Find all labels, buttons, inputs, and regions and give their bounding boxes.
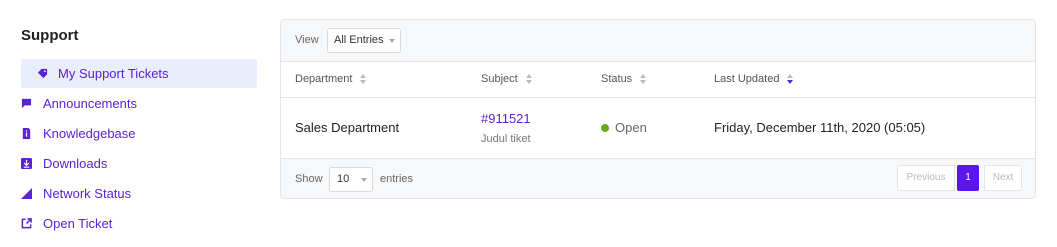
sidebar-item-downloads[interactable]: Downloads [21, 149, 257, 178]
sort-desc-icon [787, 74, 794, 84]
column-header-label: Last Updated [714, 73, 780, 85]
previous-page-button[interactable]: Previous [897, 165, 955, 191]
table-toolbar: View All Entries [281, 20, 1035, 61]
page-1-button[interactable]: 1 [957, 165, 979, 191]
sidebar-item-label: Knowledgebase [43, 126, 136, 141]
sidebar-item-open-ticket[interactable]: Open Ticket [21, 209, 257, 238]
sidebar-item-label: Announcements [43, 96, 137, 111]
sidebar-item-my-support-tickets[interactable]: My Support Tickets [21, 59, 257, 88]
download-icon [21, 158, 32, 169]
tag-icon [37, 68, 48, 79]
sidebar-item-network-status[interactable]: Network Status [21, 179, 257, 208]
page-length-select[interactable]: 10 [329, 167, 373, 192]
signal-icon [21, 188, 32, 199]
sidebar-item-label: My Support Tickets [58, 66, 169, 81]
last-updated-cell: Friday, December 11th, 2020 (05:05) [714, 120, 926, 135]
external-link-icon [21, 218, 32, 229]
table-row[interactable]: Sales Department #911521 Judul tiket Ope… [281, 98, 1035, 158]
chevron-down-icon [389, 39, 395, 43]
entries-label: entries [380, 173, 414, 185]
show-label: Show [295, 173, 323, 185]
status-dot [601, 124, 609, 132]
column-header-subject[interactable]: Subject [481, 73, 532, 85]
column-header-label: Department [295, 73, 353, 85]
chevron-down-icon [361, 178, 367, 182]
column-header-department[interactable]: Department [295, 73, 367, 85]
column-header-label: Status [601, 73, 633, 85]
ticket-id-link[interactable]: #911521 [481, 111, 531, 126]
department-cell: Sales Department [295, 120, 400, 135]
column-header-last-updated[interactable]: Last Updated [714, 73, 794, 85]
sidebar-item-announcements[interactable]: Announcements [21, 89, 257, 118]
next-page-button[interactable]: Next [984, 165, 1022, 191]
view-filter-select[interactable]: All Entries [327, 28, 401, 53]
column-header-label: Subject [481, 73, 518, 85]
sidebar-title: Support [21, 27, 79, 44]
ticket-subject: Judul tiket [481, 133, 531, 145]
sort-icon [525, 74, 532, 84]
page-length-value: 10 [337, 173, 350, 185]
sidebar-item-label: Downloads [43, 156, 108, 171]
column-header-status[interactable]: Status [601, 73, 647, 85]
sidebar-item-label: Network Status [43, 186, 132, 201]
view-filter-value: All Entries [334, 34, 384, 46]
comment-icon [21, 98, 32, 109]
table-footer: Show 10 entries Previous 1 Next [281, 158, 1035, 198]
tickets-panel: View All Entries Department Subject Stat… [280, 19, 1036, 199]
sort-icon [360, 74, 367, 84]
sort-icon [640, 74, 647, 84]
sidebar-item-knowledgebase[interactable]: Knowledgebase [21, 119, 257, 148]
sidebar-item-label: Open Ticket [43, 216, 113, 231]
status-cell: Open [615, 120, 647, 135]
view-label: View [295, 34, 319, 46]
table-header: Department Subject Status Last Updated [281, 61, 1035, 98]
info-file-icon [21, 128, 32, 139]
